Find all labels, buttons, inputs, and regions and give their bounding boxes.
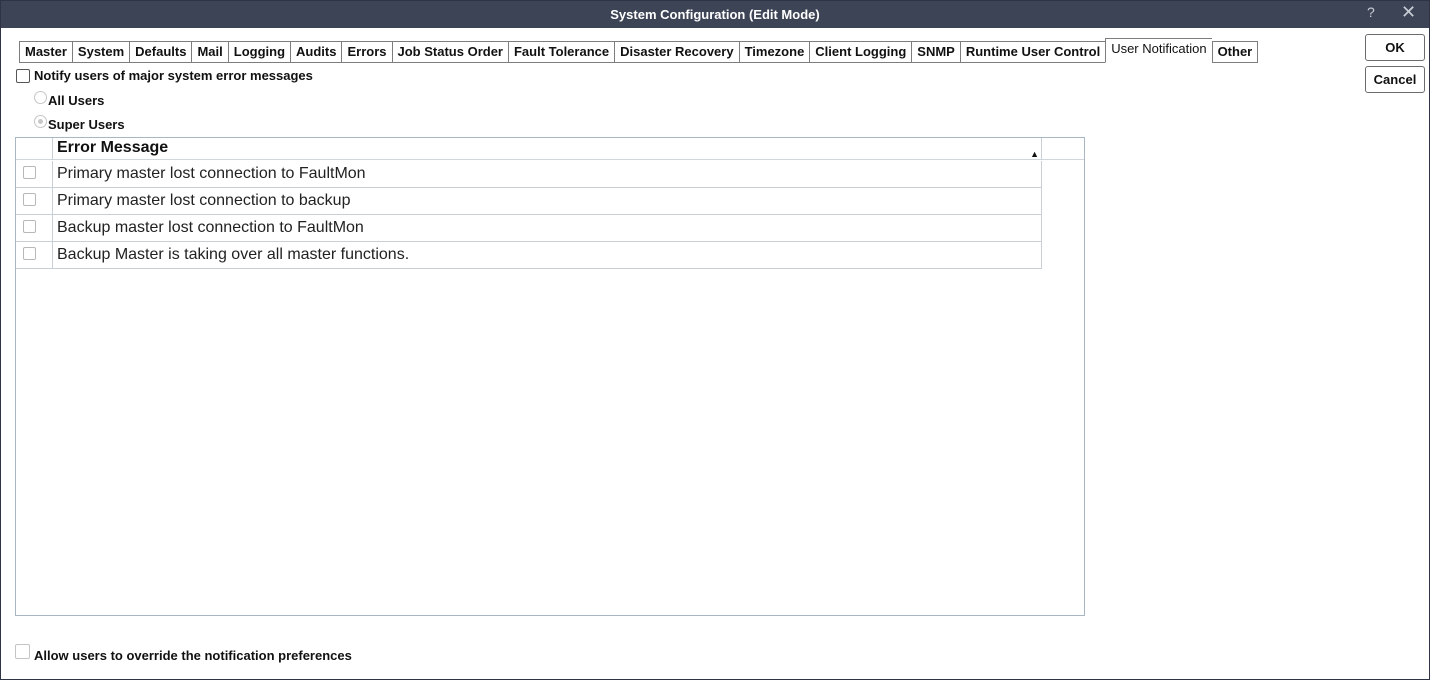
grid-header: Error Message ▲ <box>16 138 1084 160</box>
tab-system[interactable]: System <box>71 41 130 63</box>
tab-snmp[interactable]: SNMP <box>911 41 960 63</box>
notify-option: Notify users of major system error messa… <box>16 68 313 83</box>
help-icon[interactable]: ? <box>1367 4 1375 20</box>
tab-timezone[interactable]: Timezone <box>738 41 810 63</box>
error-message-column-header[interactable]: Error Message ▲ <box>53 138 1042 160</box>
system-configuration-dialog: System Configuration (Edit Mode) ? ✕ Mas… <box>0 0 1430 680</box>
tab-runtime-user-control[interactable]: Runtime User Control <box>959 41 1106 63</box>
super-users-radio[interactable] <box>34 115 47 128</box>
override-label: Allow users to override the notification… <box>34 648 352 663</box>
all-users-label: All Users <box>48 93 105 108</box>
cancel-button[interactable]: Cancel <box>1365 66 1425 93</box>
tab-errors[interactable]: Errors <box>341 41 392 63</box>
tab-logging[interactable]: Logging <box>227 41 291 63</box>
tab-strip: Master System Defaults Mail Logging Audi… <box>19 38 1259 63</box>
all-users-radio[interactable] <box>34 91 47 104</box>
super-users-option: Super Users <box>34 114 125 132</box>
notify-label: Notify users of major system error messa… <box>34 68 313 83</box>
table-row[interactable]: Backup Master is taking over all master … <box>16 242 1042 269</box>
override-checkbox[interactable] <box>15 644 30 659</box>
close-icon[interactable]: ✕ <box>1401 2 1416 23</box>
tab-other[interactable]: Other <box>1211 41 1259 63</box>
row-select-cell <box>16 188 53 214</box>
error-message-cell: Primary master lost connection to backup <box>57 192 351 209</box>
title-bar: System Configuration (Edit Mode) ? ✕ <box>1 1 1429 28</box>
all-users-option: All Users <box>34 90 105 108</box>
tab-mail[interactable]: Mail <box>191 41 228 63</box>
select-column-header <box>16 138 53 160</box>
table-row[interactable]: Primary master lost connection to backup <box>16 188 1042 215</box>
ok-button[interactable]: OK <box>1365 34 1425 61</box>
tab-audits[interactable]: Audits <box>290 41 342 63</box>
error-message-cell: Backup Master is taking over all master … <box>57 246 410 263</box>
dialog-title: System Configuration (Edit Mode) <box>610 7 820 22</box>
error-message-cell: Primary master lost connection to FaultM… <box>57 165 366 182</box>
tab-disaster-recovery[interactable]: Disaster Recovery <box>614 41 739 63</box>
row-checkbox[interactable] <box>23 193 36 206</box>
row-checkbox[interactable] <box>23 247 36 260</box>
row-checkbox[interactable] <box>23 166 36 179</box>
super-users-label: Super Users <box>48 117 125 132</box>
error-message-cell: Backup master lost connection to FaultMo… <box>57 219 364 236</box>
error-message-header-label: Error Message <box>57 139 169 156</box>
table-row[interactable]: Primary master lost connection to FaultM… <box>16 161 1042 188</box>
row-select-cell <box>16 242 53 268</box>
tab-job-status-order[interactable]: Job Status Order <box>391 41 508 63</box>
row-checkbox[interactable] <box>23 220 36 233</box>
override-option: Allow users to override the notification… <box>15 644 352 663</box>
tab-master[interactable]: Master <box>19 41 72 63</box>
tab-client-logging[interactable]: Client Logging <box>809 41 912 63</box>
error-message-grid: Error Message ▲ Primary master lost conn… <box>15 137 1085 616</box>
tab-defaults[interactable]: Defaults <box>129 41 192 63</box>
row-select-cell <box>16 215 53 241</box>
table-row[interactable]: Backup master lost connection to FaultMo… <box>16 215 1042 242</box>
tab-fault-tolerance[interactable]: Fault Tolerance <box>507 41 615 63</box>
tab-user-notification[interactable]: User Notification <box>1105 38 1212 63</box>
row-select-cell <box>16 161 53 187</box>
notify-checkbox[interactable] <box>16 68 30 83</box>
